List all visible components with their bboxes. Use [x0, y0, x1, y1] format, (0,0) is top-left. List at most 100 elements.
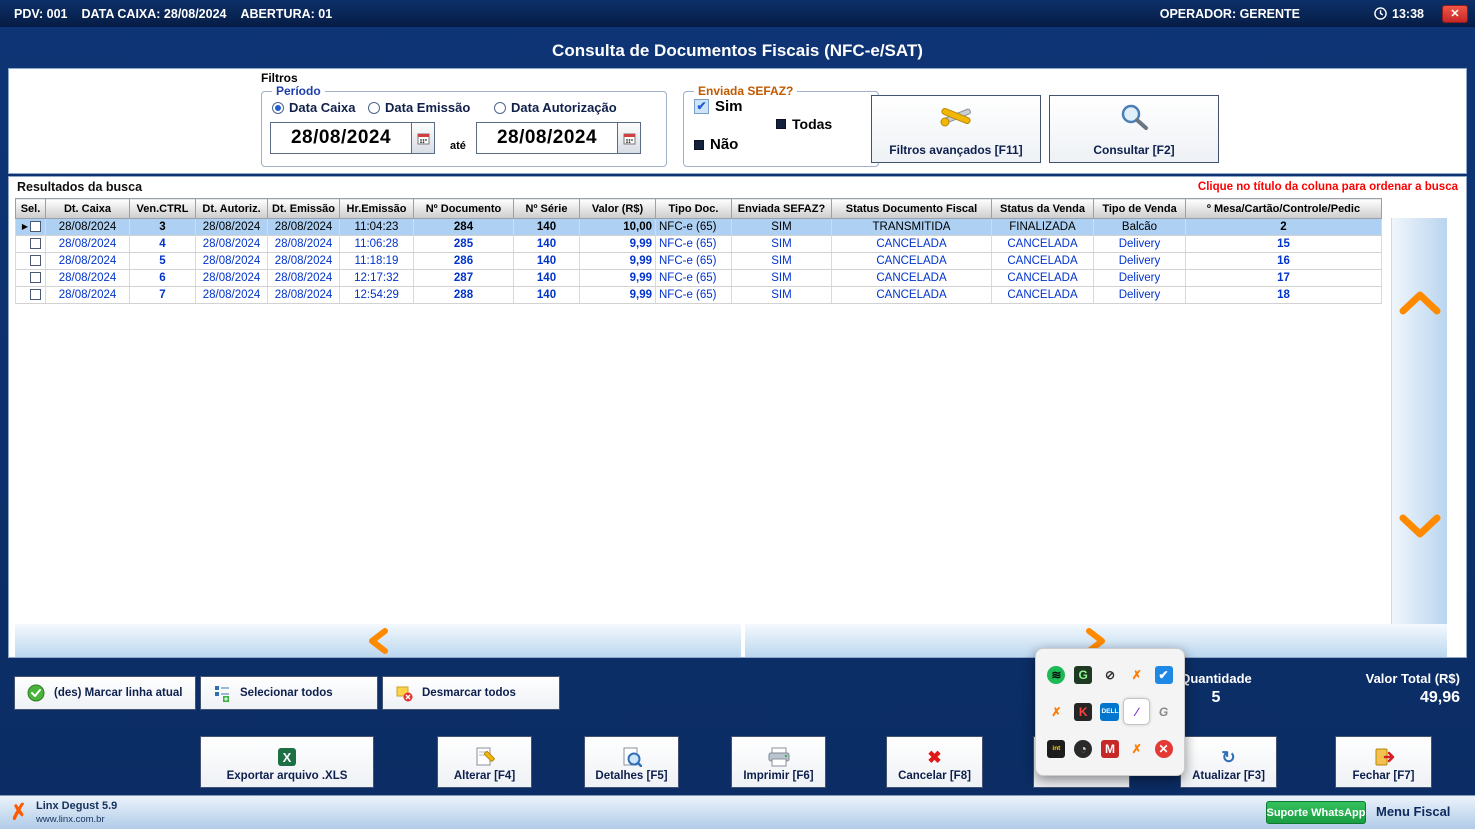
table-cell[interactable]: 28/08/2024	[196, 219, 268, 236]
table-cell[interactable]: 9,99	[580, 236, 656, 253]
linx-2-icon[interactable]: ✗	[1044, 699, 1069, 724]
dell-icon[interactable]: DELL	[1097, 699, 1122, 724]
table-cell[interactable]: 140	[514, 236, 580, 253]
table-cell[interactable]: 2	[1186, 219, 1382, 236]
table-cell[interactable]: Delivery	[1094, 287, 1186, 304]
table-cell[interactable]: 9,99	[580, 287, 656, 304]
table-cell[interactable]: CANCELADA	[992, 253, 1094, 270]
date-to-value[interactable]: 28/08/2024	[476, 122, 618, 154]
table-cell[interactable]: 10,00	[580, 219, 656, 236]
table-cell[interactable]: CANCELADA	[992, 287, 1094, 304]
table-cell[interactable]: FINALIZADA	[992, 219, 1094, 236]
row-select-cell[interactable]	[16, 236, 46, 253]
row-select-cell[interactable]	[16, 219, 46, 236]
table-cell[interactable]: 4	[130, 236, 196, 253]
table-row[interactable]: 28/08/2024628/08/202428/08/202412:17:322…	[16, 270, 1382, 287]
table-cell[interactable]: TRANSMITIDA	[832, 219, 992, 236]
column-header[interactable]: Tipo de Venda	[1094, 199, 1186, 219]
table-cell[interactable]: 28/08/2024	[196, 236, 268, 253]
checkbox-nao[interactable]: Não	[694, 136, 738, 153]
table-cell[interactable]: 28/08/2024	[46, 219, 130, 236]
blocked-icon[interactable]: ⊘	[1097, 662, 1122, 687]
table-row[interactable]: 28/08/2024728/08/202428/08/202412:54:292…	[16, 287, 1382, 304]
table-cell[interactable]: CANCELADA	[832, 270, 992, 287]
table-cell[interactable]: NFC-e (65)	[656, 270, 732, 287]
table-cell[interactable]: CANCELADA	[992, 236, 1094, 253]
refresh-button[interactable]: ↻ Atualizar [F3]	[1180, 736, 1277, 788]
table-cell[interactable]: 28/08/2024	[196, 270, 268, 287]
column-header[interactable]: Valor (R$)	[580, 199, 656, 219]
scroll-down-button[interactable]	[1398, 513, 1442, 546]
m-shield-icon[interactable]: M	[1097, 737, 1122, 762]
table-cell[interactable]: 28/08/2024	[268, 236, 340, 253]
cancel-button[interactable]: ✖ Cancelar [F8]	[886, 736, 983, 788]
scroll-up-button[interactable]	[1398, 288, 1442, 321]
table-cell[interactable]: SIM	[732, 270, 832, 287]
table-cell[interactable]: 3	[130, 219, 196, 236]
table-cell[interactable]: 18	[1186, 287, 1382, 304]
table-cell[interactable]: CANCELADA	[832, 236, 992, 253]
radio-data-caixa[interactable]: Data Caixa	[272, 100, 355, 115]
consult-button[interactable]: Consultar [F2]	[1049, 95, 1219, 163]
whatsapp-support-button[interactable]: Suporte WhatsApp	[1266, 801, 1366, 824]
g-app-icon[interactable]: G	[1151, 699, 1176, 724]
date-from-field[interactable]: 28/08/2024	[270, 122, 435, 154]
table-cell[interactable]: 28/08/2024	[196, 287, 268, 304]
close-screen-button[interactable]: Fechar [F7]	[1335, 736, 1432, 788]
select-all-button[interactable]: Selecionar todos	[200, 676, 378, 710]
table-cell[interactable]: SIM	[732, 219, 832, 236]
row-checkbox[interactable]	[30, 238, 41, 249]
linx-icon[interactable]: ✗	[1124, 662, 1149, 687]
alter-button[interactable]: Alterar [F4]	[437, 736, 532, 788]
row-select-cell[interactable]	[16, 253, 46, 270]
row-select-cell[interactable]	[16, 287, 46, 304]
toggle-current-row-button[interactable]: (des) Marcar linha atual	[14, 676, 196, 710]
column-header[interactable]: Sel.	[16, 199, 46, 219]
table-cell[interactable]: Delivery	[1094, 236, 1186, 253]
table-cell[interactable]: 15	[1186, 236, 1382, 253]
table-cell[interactable]: NFC-e (65)	[656, 287, 732, 304]
checkbox-todas[interactable]: Todas	[776, 116, 832, 132]
shield-icon[interactable]: ✔	[1151, 662, 1176, 687]
horizontal-scrollbar-left[interactable]	[15, 624, 741, 657]
table-cell[interactable]: 285	[414, 236, 514, 253]
table-cell[interactable]: 11:06:28	[340, 236, 414, 253]
table-cell[interactable]: 9,99	[580, 253, 656, 270]
table-row[interactable]: 28/08/2024328/08/202428/08/202411:04:232…	[16, 219, 1382, 236]
table-cell[interactable]: SIM	[732, 253, 832, 270]
dark-circle-icon[interactable]: ◔	[1071, 737, 1096, 762]
column-header[interactable]: Dt. Caixa	[46, 199, 130, 219]
column-header[interactable]: Dt. Autoriz.	[196, 199, 268, 219]
table-cell[interactable]: NFC-e (65)	[656, 219, 732, 236]
table-cell[interactable]: 28/08/2024	[196, 253, 268, 270]
column-header[interactable]: Nº Documento	[414, 199, 514, 219]
table-cell[interactable]: 28/08/2024	[46, 287, 130, 304]
table-cell[interactable]: 140	[514, 287, 580, 304]
column-header[interactable]: Status Documento Fiscal	[832, 199, 992, 219]
table-row[interactable]: 28/08/2024428/08/202428/08/202411:06:282…	[16, 236, 1382, 253]
table-cell[interactable]: 284	[414, 219, 514, 236]
green-app-icon[interactable]: G	[1071, 662, 1096, 687]
table-cell[interactable]: 9,99	[580, 270, 656, 287]
calendar-to-button[interactable]	[618, 122, 641, 154]
table-cell[interactable]: 140	[514, 219, 580, 236]
calendar-from-button[interactable]	[412, 122, 435, 154]
table-cell[interactable]: 288	[414, 287, 514, 304]
print-button[interactable]: Imprimir [F6]	[731, 736, 826, 788]
table-cell[interactable]: 28/08/2024	[46, 236, 130, 253]
table-cell[interactable]: 11:18:19	[340, 253, 414, 270]
table-cell[interactable]: Delivery	[1094, 270, 1186, 287]
k-app-icon[interactable]: K	[1071, 699, 1096, 724]
menu-fiscal-link[interactable]: Menu Fiscal	[1376, 804, 1450, 819]
table-cell[interactable]: 286	[414, 253, 514, 270]
row-select-cell[interactable]	[16, 270, 46, 287]
table-cell[interactable]: 140	[514, 253, 580, 270]
table-cell[interactable]: 12:54:29	[340, 287, 414, 304]
spotify-icon[interactable]: ≋	[1044, 662, 1069, 687]
table-cell[interactable]: Balcão	[1094, 219, 1186, 236]
table-cell[interactable]: 7	[130, 287, 196, 304]
table-cell[interactable]: SIM	[732, 236, 832, 253]
date-from-value[interactable]: 28/08/2024	[270, 122, 412, 154]
table-cell[interactable]: CANCELADA	[832, 287, 992, 304]
table-cell[interactable]: NFC-e (65)	[656, 236, 732, 253]
